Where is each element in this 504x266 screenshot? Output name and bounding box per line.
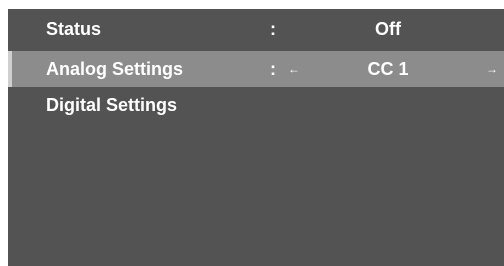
menu-panel: Status : Off Analog Settings : ← CC 1 → …	[8, 9, 504, 266]
analog-value: CC 1	[367, 59, 409, 79]
menu-item-status[interactable]: Status : Off	[8, 11, 504, 47]
right-arrow-icon[interactable]: →	[486, 51, 498, 87]
status-value: Off	[375, 19, 401, 39]
left-arrow-icon[interactable]: ←	[288, 51, 300, 87]
menu-item-label: Analog Settings	[46, 59, 184, 79]
separator: :	[270, 59, 276, 79]
menu-item-digital-settings[interactable]: Digital Settings	[8, 87, 504, 123]
menu-item-analog-settings[interactable]: Analog Settings : ← CC 1 →	[8, 51, 504, 87]
menu-item-label: Status	[46, 19, 102, 39]
separator: :	[270, 19, 276, 39]
menu-item-label: Digital Settings	[46, 95, 178, 115]
